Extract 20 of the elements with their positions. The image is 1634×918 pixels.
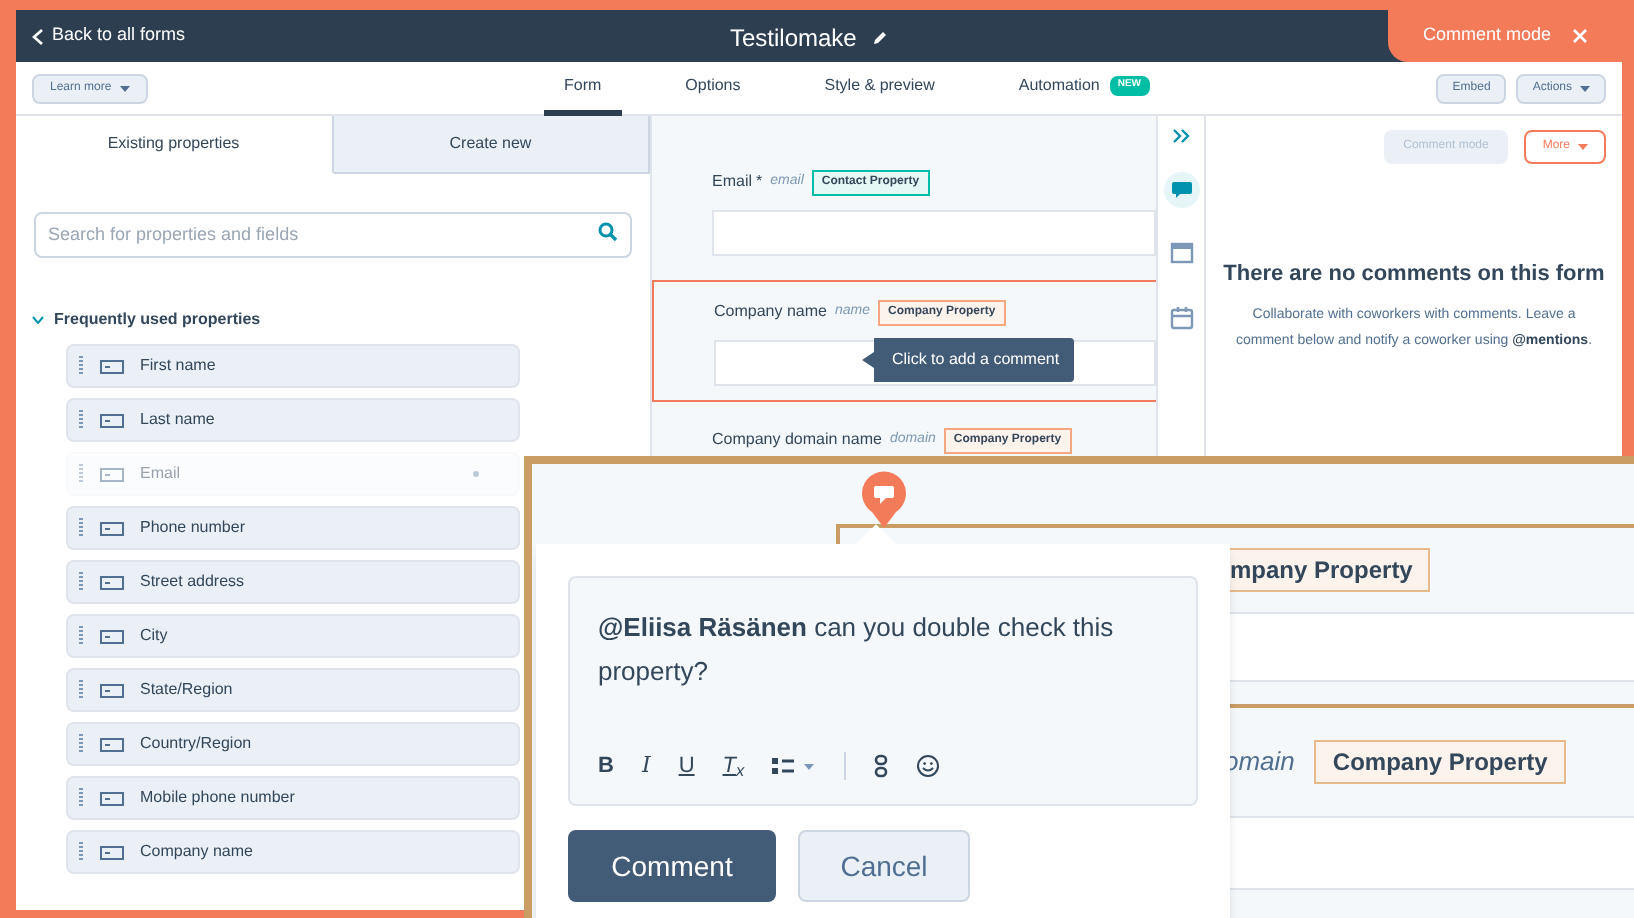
property-label: Email bbox=[140, 462, 183, 486]
field-label: Company domain name bbox=[712, 428, 882, 452]
property-label: Country/Region bbox=[140, 732, 254, 756]
property-label: First name bbox=[140, 354, 218, 378]
property-badge: mpany Property bbox=[1230, 548, 1431, 592]
tooltip: Click to add a comment bbox=[862, 338, 1074, 382]
property-label: Company name bbox=[140, 840, 255, 864]
form-title: Testilomake bbox=[730, 22, 857, 56]
property-label: Mobile phone number bbox=[140, 786, 297, 810]
field-label: Email bbox=[712, 170, 753, 194]
property-badge: Company Property bbox=[1314, 740, 1566, 784]
property-label: Street address bbox=[140, 570, 247, 594]
required-mark: * bbox=[756, 170, 763, 194]
comment-text: @Eliisa Räsänen can you double check this property? bbox=[598, 610, 1116, 690]
property-label: Phone number bbox=[140, 516, 247, 540]
property-label: Last name bbox=[140, 408, 217, 432]
field-label: Company name bbox=[714, 300, 827, 324]
property-label: State/Region bbox=[140, 678, 235, 702]
empty-state-heading: There are no comments on this form bbox=[1222, 260, 1606, 290]
property-label: City bbox=[140, 624, 170, 648]
